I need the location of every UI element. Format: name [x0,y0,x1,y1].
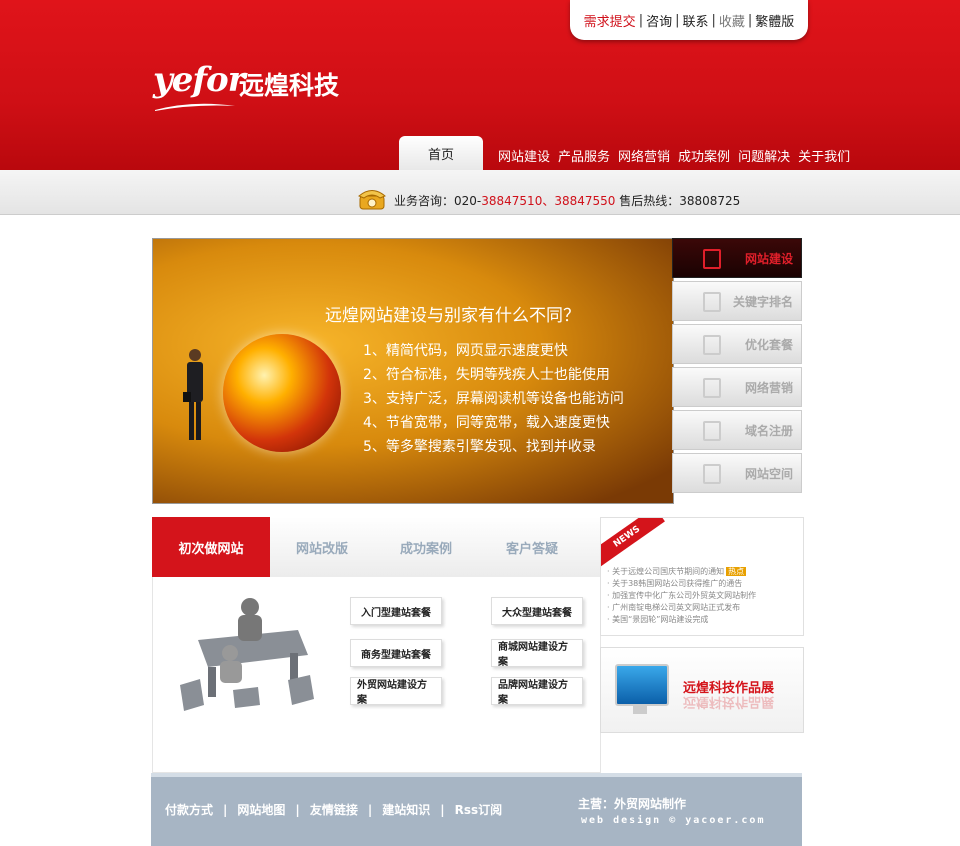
separator: | [367,803,373,817]
side-item-label: 网站空间 [744,466,793,481]
news-item[interactable]: · 加强宣传中化广东公司外贸英文网站制作 [607,590,756,602]
side-item-online-marketing[interactable]: 网络营销 [672,367,802,407]
submit-request-link[interactable]: 需求提交 [584,11,636,30]
footer: 付款方式 | 网站地图 | 友情链接 | 建站知识 | Rss订阅 主营：外贸网站制作 web … [151,773,802,846]
nav-item-products[interactable]: 产品服务 [558,146,610,165]
package-brand-button[interactable]: 品牌网站建设方案 [491,677,583,706]
hero-banner: 远煌网站建设与别家有什么不同？ 1、精简代码，网页显示速度更快 2、符合标准，失… [152,238,674,504]
showcase-title-reflection: 远煌科技作品展 [683,694,775,709]
nav-item-solutions[interactable]: 问题解决 [738,146,790,165]
banner-point: 1、精简代码，网页显示速度更快 [363,343,568,359]
footer-web-design: web design © yacoer.com [581,815,766,826]
tab-first-website[interactable]: 初次做网站 [152,517,270,577]
consult-link[interactable]: 咨询 [646,11,672,30]
separator: | [747,12,753,28]
side-item-domain-registration[interactable]: 域名注册 [672,410,802,450]
separator: | [295,803,300,817]
nav-item-cases[interactable]: 成功案例 [678,146,730,165]
news-panel: NEWS · 关于远煌公司国庆节期间的通知 热点 · 关于38韩国网站公司获得推广… [600,517,804,636]
hotline-text: 售后热线：38808725 [615,194,741,208]
news-item[interactable]: · 美国“景园轮”网站建设完成 [607,614,756,626]
news-tag: NEWS [601,518,665,568]
office-meeting-illustration [180,598,314,711]
service-tabs: 初次做网站 网站改版 成功案例 客户答疑 [152,517,600,577]
side-item-keyword-ranking[interactable]: 关键字排名 [672,281,802,321]
footer-link-rss[interactable]: Rss订阅 [455,803,503,817]
side-item-web-hosting[interactable]: 网站空间 [672,453,802,493]
news-list: · 关于远煌公司国庆节期间的通知 热点 · 关于38韩国网站公司获得推广的通告 ·… [607,566,756,626]
banner-point: 3、支持广泛，屏幕阅读机等设备也能访问 [363,391,624,407]
contact-phone-text: 业务咨询：020-38847510、38847550 售后热线：38808725 [394,192,740,209]
footer-links: 付款方式 | 网站地图 | 友情链接 | 建站知识 | Rss订阅 [165,801,502,818]
banner-point: 4、节省宽带，同等宽带，载入速度更快 [363,415,610,431]
site-logo[interactable]: yefor 远煌科技 [153,60,353,115]
footer-link-payment[interactable]: 付款方式 [165,803,213,817]
banner-points: 1、精简代码，网页显示速度更快 2、符合标准，失明等残疾人士也能使用 3、支持广… [363,339,624,459]
banner-point: 2、符合标准，失明等残疾人士也能使用 [363,367,610,383]
separator: | [675,12,680,28]
footer-main-business: 主营：外贸网站制作 [578,797,687,811]
side-item-label: 网站建设 [744,251,793,266]
package-starter-button[interactable]: 入门型建站套餐 [350,597,442,625]
news-item[interactable]: · 关于远煌公司国庆节期间的通知 热点 [607,566,756,578]
nav-item-website-building[interactable]: 网站建设 [498,146,550,165]
website-building-icon [703,249,721,269]
hot-badge: 热点 [726,567,747,576]
logo-swoosh-icon [155,103,235,111]
package-popular-button[interactable]: 大众型建站套餐 [491,597,583,625]
side-item-label: 关键字排名 [732,294,793,309]
logo-latin-text: yefor [153,60,246,100]
separator: | [223,803,228,817]
tab-success-cases[interactable]: 成功案例 [374,517,478,577]
document-icon [703,335,721,355]
top-utility-bar: 需求提交 | 咨询 | 联系 | 收藏 | 繁體版 [570,0,808,40]
nav-item-about[interactable]: 关于我们 [798,146,850,165]
news-item[interactable]: · 广州南锭电梯公司英文网站正式发布 [607,602,756,614]
separator: | [440,803,445,817]
footer-link-knowledge[interactable]: 建站知识 [382,803,430,817]
package-mall-button[interactable]: 商城网站建设方案 [491,639,583,668]
footer-link-sitemap[interactable]: 网站地图 [237,803,285,817]
separator: | [711,12,716,28]
nav-tab-home[interactable]: 首页 [399,136,483,170]
contact-link[interactable]: 联系 [682,11,708,30]
banner-title: 远煌网站建设与别家有什么不同？ [325,306,580,326]
tab-customer-faq[interactable]: 客户答疑 [482,517,582,577]
package-foreign-trade-button[interactable]: 外贸网站建设方案 [350,677,442,706]
server-icon [703,464,721,484]
bookmark-link[interactable]: 收藏 [719,11,745,30]
phone-number-2: 38847550 [554,194,616,208]
businessman-figure [183,349,203,440]
phone-separator: 、 [542,194,555,208]
footer-link-friend-links[interactable]: 友情链接 [310,803,358,817]
side-item-label: 网络营销 [744,380,793,395]
traditional-chinese-link[interactable]: 繁體版 [755,11,794,30]
side-item-optimization-package[interactable]: 优化套餐 [672,324,802,364]
phone-number-1: 38847510 [481,194,543,208]
news-item[interactable]: · 关于38韩国网站公司获得推广的通告 [607,578,756,590]
banner-point: 5、等多擎搜素引擎发现、找到并收录 [363,439,596,455]
bar-chart-icon [703,292,721,312]
package-business-button[interactable]: 商务型建站套餐 [350,639,442,667]
side-item-website-building[interactable]: 网站建设 [672,238,802,278]
side-item-label: 优化套餐 [744,337,793,352]
telephone-icon [358,190,386,210]
phone-prefix: 业务咨询：020- [394,194,482,208]
side-item-label: 域名注册 [744,423,793,438]
tab-content-panel: 入门型建站套餐 大众型建站套餐 商务型建站套餐 商城网站建设方案 外贸网站建设方… [152,577,601,773]
nav-item-marketing[interactable]: 网络营销 [618,146,670,165]
portfolio-showcase-link[interactable]: 远煌科技作品展 远煌科技作品展 [600,647,804,733]
monitor-icon [615,664,669,706]
service-side-menu: 网站建设 关键字排名 优化套餐 网络营销 域名注册 网站空间 [672,238,802,496]
list-icon [703,378,721,398]
monitor-stand [633,704,647,714]
logo-chinese-text: 远煌科技 [239,71,340,100]
separator: | [638,12,644,28]
globe-image [223,334,341,452]
main-nav: 网站建设 产品服务 网络营销 成功案例 问题解决 关于我们 [498,146,850,165]
tab-website-redesign[interactable]: 网站改版 [274,517,370,577]
domain-icon [703,421,721,441]
